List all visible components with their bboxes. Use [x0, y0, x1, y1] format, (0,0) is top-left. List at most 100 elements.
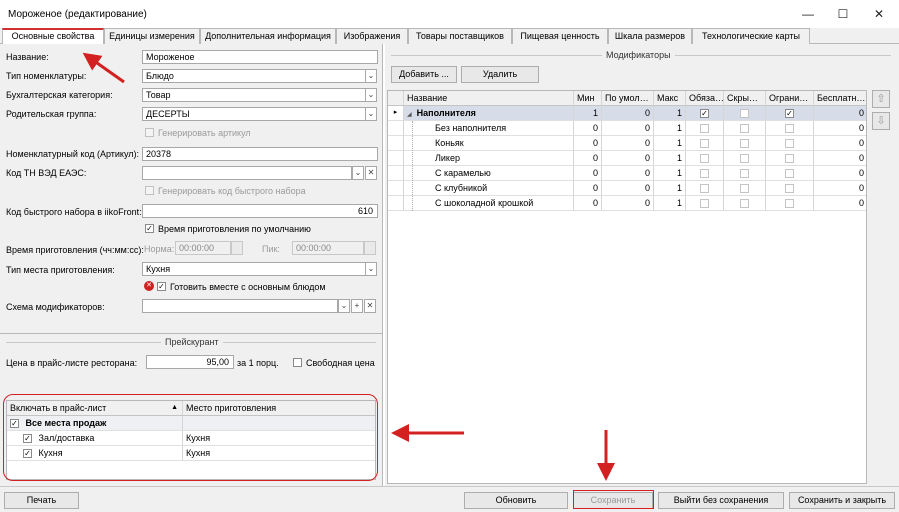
- row-indicator[interactable]: [388, 196, 404, 211]
- place-type-select[interactable]: Кухня: [142, 262, 366, 276]
- modifier-limit-checkbox[interactable]: [766, 181, 814, 196]
- type-select[interactable]: Блюдо: [142, 69, 366, 83]
- list-item[interactable]: ◢ Наполнителя: [404, 106, 574, 121]
- move-up-icon[interactable]: ⇧: [872, 90, 890, 108]
- check-icon[interactable]: [700, 199, 709, 209]
- col-min-header[interactable]: Мин: [574, 91, 602, 106]
- default-time-checkbox[interactable]: ✓: [145, 224, 154, 233]
- maximize-button[interactable]: ☐: [826, 0, 860, 28]
- modifier-min-cell[interactable]: 0: [574, 196, 602, 211]
- move-down-icon[interactable]: ⇩: [872, 112, 890, 130]
- refresh-button[interactable]: Обновить: [464, 492, 568, 509]
- modifier-free-cell[interactable]: 0: [814, 136, 866, 151]
- expand-icon[interactable]: ◢: [407, 112, 412, 118]
- delete-modifier-button[interactable]: Удалить: [461, 66, 539, 83]
- modifier-req-checkbox[interactable]: [686, 136, 724, 151]
- close-button[interactable]: ✕: [862, 0, 896, 28]
- peak-input[interactable]: 00:00:00: [292, 241, 364, 255]
- modifier-scheme-dropdown-icon[interactable]: ⌄: [338, 299, 350, 313]
- col-hidden-header[interactable]: Скры…: [724, 91, 766, 106]
- row-indicator[interactable]: [388, 121, 404, 136]
- tab-supplier-goods[interactable]: Товары поставщиков: [408, 28, 512, 44]
- modifier-limit-checkbox[interactable]: [766, 136, 814, 151]
- modifier-def-cell[interactable]: 0: [602, 196, 654, 211]
- check-icon[interactable]: [700, 139, 709, 149]
- fastcode-input[interactable]: 610: [142, 204, 378, 218]
- check-icon[interactable]: ✓: [785, 109, 794, 119]
- check-icon[interactable]: [785, 154, 794, 164]
- modifier-limit-checkbox[interactable]: [766, 166, 814, 181]
- modifier-min-cell[interactable]: 0: [574, 136, 602, 151]
- add-modifier-button[interactable]: Добавить ...: [391, 66, 457, 83]
- modifier-def-cell[interactable]: 0: [602, 181, 654, 196]
- modifier-max-cell[interactable]: 1: [654, 181, 686, 196]
- list-item[interactable]: С карамелью: [404, 166, 574, 181]
- modifier-limit-checkbox[interactable]: [766, 151, 814, 166]
- modifier-min-cell[interactable]: 0: [574, 181, 602, 196]
- type-dropdown-icon[interactable]: ⌄: [365, 69, 377, 83]
- list-item[interactable]: Без наполнителя: [404, 121, 574, 136]
- modifier-def-cell[interactable]: 0: [602, 136, 654, 151]
- row-indicator[interactable]: [388, 151, 404, 166]
- modifier-free-cell[interactable]: 0: [814, 166, 866, 181]
- modifier-min-cell[interactable]: 1: [574, 106, 602, 121]
- tab-tech-cards[interactable]: Технологические карты: [692, 28, 810, 44]
- exit-without-saving-button[interactable]: Выйти без сохранения: [658, 492, 784, 509]
- check-icon[interactable]: [740, 169, 749, 179]
- modifier-req-checkbox[interactable]: [686, 121, 724, 136]
- print-button[interactable]: Печать: [4, 492, 79, 509]
- modifier-limit-checkbox[interactable]: [766, 121, 814, 136]
- modifier-free-cell[interactable]: 0: [814, 121, 866, 136]
- modifier-hidden-checkbox[interactable]: [724, 121, 766, 136]
- modifier-scheme-input[interactable]: [142, 299, 338, 313]
- accounting-select[interactable]: Товар: [142, 88, 366, 102]
- peak-spinner-icon[interactable]: [364, 241, 376, 255]
- modifier-max-cell[interactable]: 1: [654, 166, 686, 181]
- tnved-clear-icon[interactable]: ✕: [365, 166, 377, 180]
- check-icon[interactable]: [740, 154, 749, 164]
- check-icon[interactable]: [700, 184, 709, 194]
- price-input[interactable]: 95,00: [146, 355, 234, 369]
- check-icon[interactable]: [700, 169, 709, 179]
- tnved-dropdown-icon[interactable]: ⌄: [352, 166, 364, 180]
- parent-select[interactable]: ДЕСЕРТЫ: [142, 107, 366, 121]
- row-indicator[interactable]: [388, 181, 404, 196]
- free-price-checkbox[interactable]: [293, 358, 302, 367]
- tab-additional-info[interactable]: Дополнительная информация: [200, 28, 336, 44]
- row-indicator[interactable]: [388, 166, 404, 181]
- list-item[interactable]: С клубникой: [404, 181, 574, 196]
- check-icon[interactable]: [740, 139, 749, 149]
- check-icon[interactable]: [785, 169, 794, 179]
- row-indicator[interactable]: ▸: [388, 106, 404, 121]
- list-item[interactable]: Ликер: [404, 151, 574, 166]
- modifier-def-cell[interactable]: 0: [602, 121, 654, 136]
- check-icon[interactable]: [785, 139, 794, 149]
- col-required-header[interactable]: Обяза…: [686, 91, 724, 106]
- col-free-header[interactable]: Бесплатн…: [814, 91, 866, 106]
- tab-images[interactable]: Изображения: [336, 28, 408, 44]
- modifier-scheme-add-icon[interactable]: +: [351, 299, 363, 313]
- article-input[interactable]: 20378: [142, 147, 378, 161]
- modifier-limit-checkbox[interactable]: [766, 196, 814, 211]
- tab-nutrition[interactable]: Пищевая ценность: [512, 28, 608, 44]
- check-icon[interactable]: [700, 124, 709, 134]
- place-type-dropdown-icon[interactable]: ⌄: [365, 262, 377, 276]
- modifier-min-cell[interactable]: 0: [574, 166, 602, 181]
- list-item[interactable]: С шоколадной крошкой: [404, 196, 574, 211]
- gen-fastcode-checkbox[interactable]: [145, 186, 154, 195]
- modifier-max-cell[interactable]: 1: [654, 151, 686, 166]
- minimize-button[interactable]: —: [791, 0, 825, 28]
- modifier-hidden-checkbox[interactable]: [724, 181, 766, 196]
- check-icon[interactable]: [785, 184, 794, 194]
- modifier-def-cell[interactable]: 0: [602, 166, 654, 181]
- modifier-req-checkbox[interactable]: [686, 151, 724, 166]
- list-item[interactable]: Коньяк: [404, 136, 574, 151]
- name-input[interactable]: Мороженое: [142, 50, 378, 64]
- gen-article-checkbox[interactable]: [145, 128, 154, 137]
- tab-main-properties[interactable]: Основные свойства: [2, 28, 104, 45]
- check-icon[interactable]: [740, 124, 749, 134]
- modifier-req-checkbox[interactable]: [686, 166, 724, 181]
- tab-size-scale[interactable]: Шкала размеров: [608, 28, 692, 44]
- row-indicator[interactable]: [388, 136, 404, 151]
- modifier-req-checkbox[interactable]: [686, 181, 724, 196]
